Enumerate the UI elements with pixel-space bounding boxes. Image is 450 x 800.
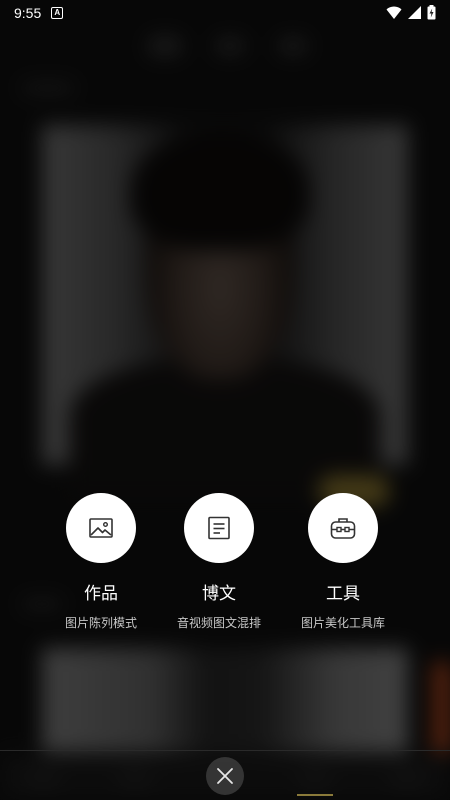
toolbox-icon <box>330 518 356 539</box>
close-button[interactable] <box>206 757 244 795</box>
action-tools-title: 工具 <box>326 584 360 604</box>
action-blog-title: 博文 <box>202 584 236 604</box>
wifi-icon <box>386 6 402 19</box>
status-bar: 9:55 A <box>0 0 450 26</box>
document-icon <box>208 516 230 540</box>
action-tools[interactable]: 工具 图片美化工具库 <box>278 493 408 631</box>
close-icon <box>217 768 233 784</box>
dim-overlay[interactable] <box>0 0 450 800</box>
signal-icon <box>408 6 421 19</box>
action-tools-subtitle: 图片美化工具库 <box>300 616 385 630</box>
a-box-icon: A <box>51 7 64 19</box>
action-works-subtitle: 图片陈列模式 <box>64 616 137 630</box>
action-blog[interactable]: 博文 音视频图文混排 <box>154 493 284 631</box>
battery-charging-icon <box>427 5 436 20</box>
tab-active-indicator <box>297 794 333 796</box>
action-tools-circle[interactable] <box>308 493 378 563</box>
action-works-title: 作品 <box>84 584 118 604</box>
status-time: 9:55 <box>14 5 42 21</box>
action-works[interactable]: 作品 图片陈列模式 <box>36 493 166 631</box>
action-works-circle[interactable] <box>66 493 136 563</box>
action-blog-circle[interactable] <box>184 493 254 563</box>
image-icon <box>89 518 113 538</box>
action-blog-subtitle: 音视频图文混排 <box>176 616 261 630</box>
status-icons <box>386 5 436 20</box>
divider <box>0 750 450 751</box>
screen: 9:55 A 作品 图片陈列模式 博文 音视频图文混排 工具 图片美化工具库 <box>0 0 450 800</box>
